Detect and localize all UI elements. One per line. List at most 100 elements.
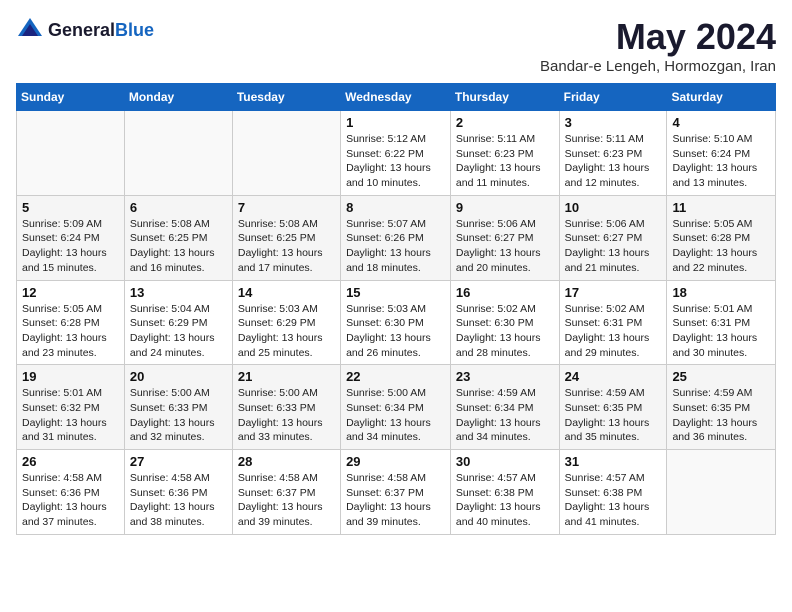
day-number: 16 <box>456 285 554 300</box>
day-number: 7 <box>238 200 335 215</box>
day-number: 3 <box>565 115 662 130</box>
day-cell: 21Sunrise: 5:00 AMSunset: 6:33 PMDayligh… <box>232 365 340 450</box>
day-info: Sunrise: 5:02 AMSunset: 6:31 PMDaylight:… <box>565 302 662 361</box>
day-cell: 28Sunrise: 4:58 AMSunset: 6:37 PMDayligh… <box>232 450 340 535</box>
day-number: 22 <box>346 369 445 384</box>
day-number: 17 <box>565 285 662 300</box>
day-cell <box>17 111 125 196</box>
day-number: 19 <box>22 369 119 384</box>
day-cell: 16 Sunrise: 5:02 AMSunset: 6:30 PMDayligh… <box>450 280 559 365</box>
day-cell: 11Sunrise: 5:05 AMSunset: 6:28 PMDayligh… <box>667 195 776 280</box>
day-cell: 30Sunrise: 4:57 AMSunset: 6:38 PMDayligh… <box>450 450 559 535</box>
day-info: Sunrise: 5:01 AMSunset: 6:31 PMDaylight:… <box>672 302 770 361</box>
day-info: Sunrise: 5:00 AMSunset: 6:33 PMDaylight:… <box>238 386 335 445</box>
day-cell: 20 Sunrise: 5:00 AMSunset: 6:33 PMDayligh… <box>124 365 232 450</box>
day-cell: 31 Sunrise: 4:57 AMSunset: 6:38 PMDayligh… <box>559 450 667 535</box>
day-info: Sunrise: 5:12 AMSunset: 6:22 PMDaylight:… <box>346 132 445 191</box>
day-info: Sunrise: 4:58 AMSunset: 6:36 PMDaylight:… <box>22 471 119 530</box>
title-area: May 2024 Bandar-e Lengeh, Hormozgan, Ira… <box>540 16 776 75</box>
day-cell: 1 Sunrise: 5:12 AMSunset: 6:22 PMDaylight… <box>341 111 451 196</box>
day-number: 6 <box>130 200 227 215</box>
day-info: Sunrise: 5:10 AMSunset: 6:24 PMDaylight:… <box>672 132 770 191</box>
day-info: Sunrise: 5:11 AMSunset: 6:23 PMDaylight:… <box>456 132 554 191</box>
day-number: 15 <box>346 285 445 300</box>
day-info: Sunrise: 4:57 AMSunset: 6:38 PMDaylight:… <box>456 471 554 530</box>
day-number: 9 <box>456 200 554 215</box>
logo-text: GeneralBlue <box>48 20 154 41</box>
day-number: 23 <box>456 369 554 384</box>
day-cell: 26 Sunrise: 4:58 AMSunset: 6:36 PMDayligh… <box>17 450 125 535</box>
day-cell: 13 Sunrise: 5:04 AMSunset: 6:29 PMDayligh… <box>124 280 232 365</box>
week-row-2: 5 Sunrise: 5:09 AMSunset: 6:24 PMDaylight… <box>17 195 776 280</box>
day-info: Sunrise: 4:57 AMSunset: 6:38 PMDaylight:… <box>565 471 662 530</box>
day-info: Sunrise: 5:03 AMSunset: 6:29 PMDaylight:… <box>238 302 335 361</box>
day-number: 24 <box>565 369 662 384</box>
day-cell <box>124 111 232 196</box>
weekday-tuesday: Tuesday <box>232 84 340 111</box>
day-number: 26 <box>22 454 119 469</box>
day-info: Sunrise: 4:58 AMSunset: 6:36 PMDaylight:… <box>130 471 227 530</box>
day-info: Sunrise: 5:04 AMSunset: 6:29 PMDaylight:… <box>130 302 227 361</box>
day-number: 5 <box>22 200 119 215</box>
day-number: 11 <box>672 200 770 215</box>
day-cell: 23 Sunrise: 4:59 AMSunset: 6:34 PMDayligh… <box>450 365 559 450</box>
day-number: 28 <box>238 454 335 469</box>
weekday-saturday: Saturday <box>667 84 776 111</box>
day-cell: 8Sunrise: 5:07 AMSunset: 6:26 PMDaylight… <box>341 195 451 280</box>
day-cell <box>667 450 776 535</box>
day-number: 4 <box>672 115 770 130</box>
day-number: 13 <box>130 285 227 300</box>
day-info: Sunrise: 5:09 AMSunset: 6:24 PMDaylight:… <box>22 217 119 276</box>
week-row-1: 1 Sunrise: 5:12 AMSunset: 6:22 PMDaylight… <box>17 111 776 196</box>
day-number: 25 <box>672 369 770 384</box>
day-cell: 27Sunrise: 4:58 AMSunset: 6:36 PMDayligh… <box>124 450 232 535</box>
day-cell: 15 Sunrise: 5:03 AMSunset: 6:30 PMDayligh… <box>341 280 451 365</box>
day-info: Sunrise: 5:06 AMSunset: 6:27 PMDaylight:… <box>456 217 554 276</box>
day-number: 10 <box>565 200 662 215</box>
weekday-wednesday: Wednesday <box>341 84 451 111</box>
day-info: Sunrise: 5:06 AMSunset: 6:27 PMDaylight:… <box>565 217 662 276</box>
day-cell: 7 Sunrise: 5:08 AMSunset: 6:25 PMDaylight… <box>232 195 340 280</box>
day-cell: 18 Sunrise: 5:01 AMSunset: 6:31 PMDayligh… <box>667 280 776 365</box>
day-number: 12 <box>22 285 119 300</box>
day-info: Sunrise: 5:03 AMSunset: 6:30 PMDaylight:… <box>346 302 445 361</box>
weekday-thursday: Thursday <box>450 84 559 111</box>
day-cell: 29 Sunrise: 4:58 AMSunset: 6:37 PMDayligh… <box>341 450 451 535</box>
day-info: Sunrise: 5:08 AMSunset: 6:25 PMDaylight:… <box>238 217 335 276</box>
day-cell: 9 Sunrise: 5:06 AMSunset: 6:27 PMDaylight… <box>450 195 559 280</box>
day-cell: 22 Sunrise: 5:00 AMSunset: 6:34 PMDayligh… <box>341 365 451 450</box>
day-number: 1 <box>346 115 445 130</box>
day-number: 14 <box>238 285 335 300</box>
month-title: May 2024 <box>540 16 776 58</box>
day-cell: 12 Sunrise: 5:05 AMSunset: 6:28 PMDayligh… <box>17 280 125 365</box>
day-cell: 4 Sunrise: 5:10 AMSunset: 6:24 PMDaylight… <box>667 111 776 196</box>
header: GeneralBlue May 2024 Bandar-e Lengeh, Ho… <box>16 16 776 75</box>
day-info: Sunrise: 4:59 AMSunset: 6:35 PMDaylight:… <box>672 386 770 445</box>
location-title: Bandar-e Lengeh, Hormozgan, Iran <box>540 58 776 75</box>
week-row-4: 19Sunrise: 5:01 AMSunset: 6:32 PMDayligh… <box>17 365 776 450</box>
week-row-5: 26 Sunrise: 4:58 AMSunset: 6:36 PMDayligh… <box>17 450 776 535</box>
weekday-sunday: Sunday <box>17 84 125 111</box>
day-number: 18 <box>672 285 770 300</box>
day-info: Sunrise: 5:02 AMSunset: 6:30 PMDaylight:… <box>456 302 554 361</box>
day-info: Sunrise: 5:00 AMSunset: 6:34 PMDaylight:… <box>346 386 445 445</box>
day-cell: 14 Sunrise: 5:03 AMSunset: 6:29 PMDayligh… <box>232 280 340 365</box>
day-cell: 3 Sunrise: 5:11 AMSunset: 6:23 PMDaylight… <box>559 111 667 196</box>
weekday-monday: Monday <box>124 84 232 111</box>
day-cell: 10 Sunrise: 5:06 AMSunset: 6:27 PMDayligh… <box>559 195 667 280</box>
day-info: Sunrise: 5:05 AMSunset: 6:28 PMDaylight:… <box>22 302 119 361</box>
day-number: 31 <box>565 454 662 469</box>
logo: GeneralBlue <box>16 16 154 44</box>
day-number: 20 <box>130 369 227 384</box>
day-info: Sunrise: 5:11 AMSunset: 6:23 PMDaylight:… <box>565 132 662 191</box>
weekday-friday: Friday <box>559 84 667 111</box>
day-info: Sunrise: 5:00 AMSunset: 6:33 PMDaylight:… <box>130 386 227 445</box>
day-info: Sunrise: 4:59 AMSunset: 6:34 PMDaylight:… <box>456 386 554 445</box>
day-cell <box>232 111 340 196</box>
week-row-3: 12 Sunrise: 5:05 AMSunset: 6:28 PMDayligh… <box>17 280 776 365</box>
day-number: 29 <box>346 454 445 469</box>
day-info: Sunrise: 4:58 AMSunset: 6:37 PMDaylight:… <box>346 471 445 530</box>
day-info: Sunrise: 5:07 AMSunset: 6:26 PMDaylight:… <box>346 217 445 276</box>
day-cell: 17 Sunrise: 5:02 AMSunset: 6:31 PMDayligh… <box>559 280 667 365</box>
day-cell: 2Sunrise: 5:11 AMSunset: 6:23 PMDaylight… <box>450 111 559 196</box>
